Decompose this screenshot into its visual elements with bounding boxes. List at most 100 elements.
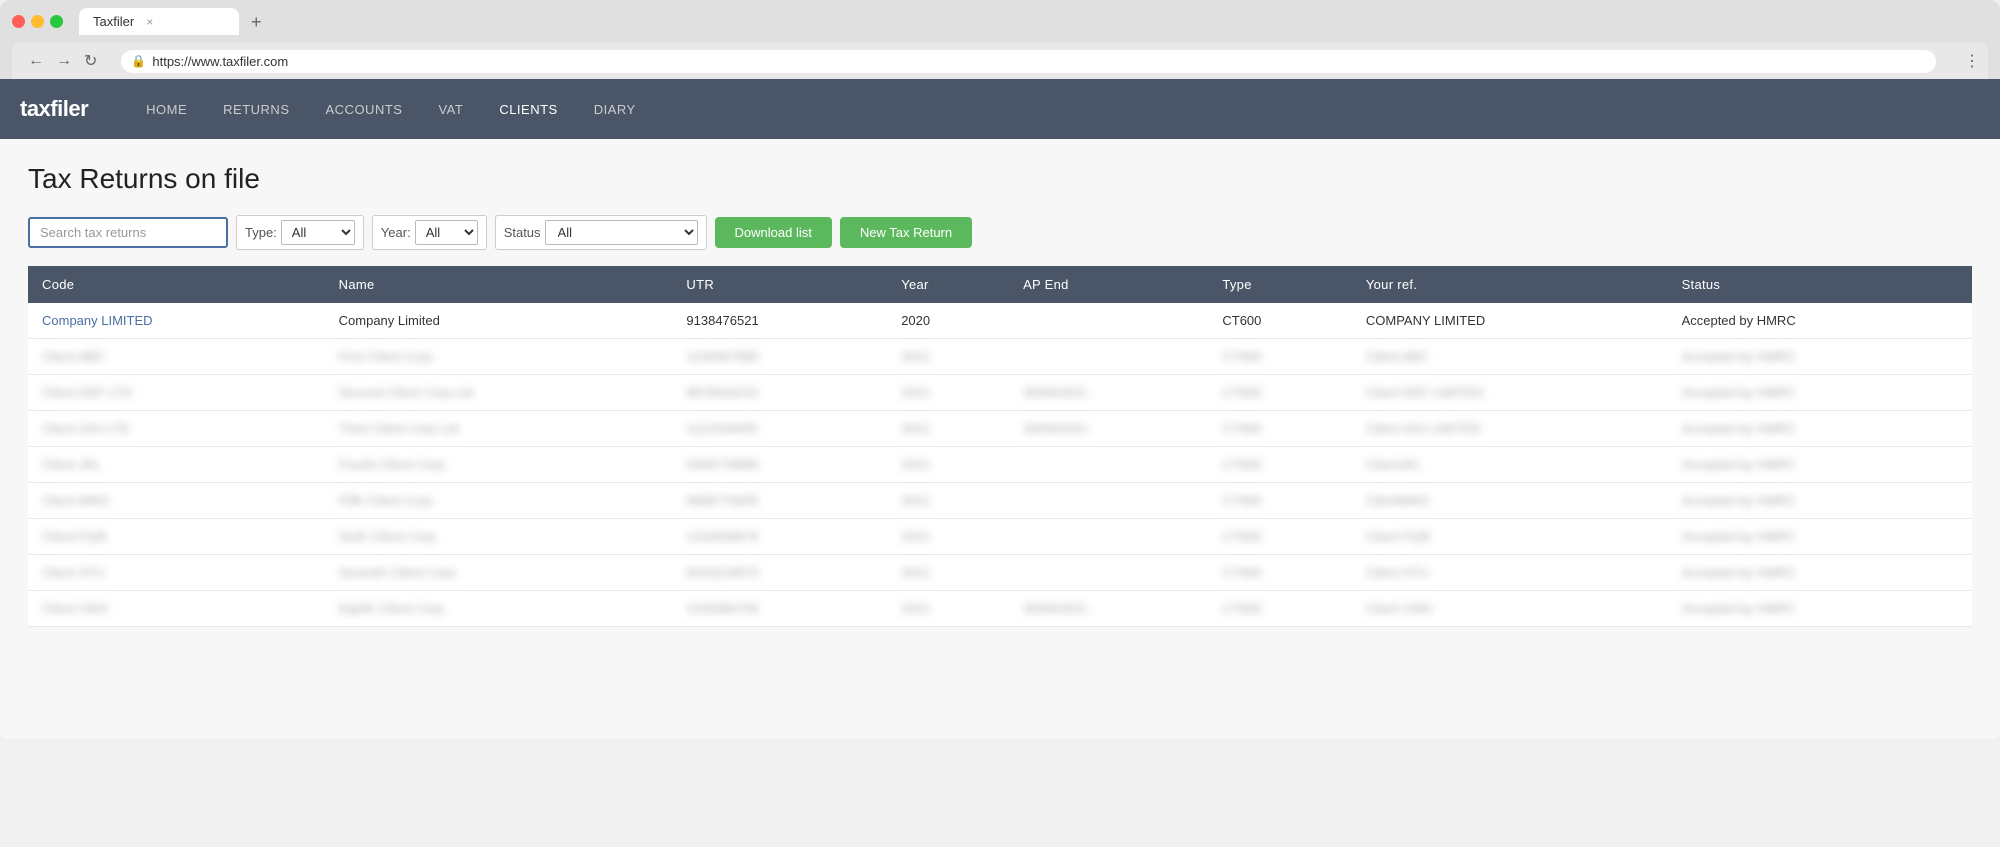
cell-code[interactable]: Client VWX [28,591,325,627]
cell-your-ref: Client ABC [1352,339,1668,375]
cell-name: Fourth Client Corp [325,447,673,483]
browser-minimize-dot[interactable] [31,15,44,28]
cell-name: Second Client Corp Ltd [325,375,673,411]
code-link[interactable]: Client MNO [42,493,109,508]
cell-your-ref: Client PQR [1352,519,1668,555]
cell-utr: 9988776655 [672,483,887,519]
search-input[interactable] [28,217,228,248]
browser-close-dot[interactable] [12,15,25,28]
table-row: Client ABC First Client Corp 1234567890 … [28,339,1972,375]
cell-type: CT600 [1208,447,1352,483]
table-row: Company LIMITED Company Limited 91384765… [28,303,1972,339]
cell-status: Accepted by HMRC [1668,447,1972,483]
cell-ap-end [1009,519,1208,555]
nav-item-vat[interactable]: VAT [420,79,481,139]
cell-ap-end: 30/09/2021 [1009,375,1208,411]
cell-code[interactable]: Client GHI LTD [28,411,325,447]
cell-type: CT600 [1208,555,1352,591]
app-logo[interactable]: taxfiler [20,96,88,122]
cell-type: CT600 [1208,375,1352,411]
cell-utr: 5566778899 [672,447,887,483]
table-row: Client STU Seventh Client Corp 654321987… [28,555,1972,591]
code-link[interactable]: Client VWX [42,601,108,616]
download-list-button[interactable]: Download list [715,217,832,248]
nav-bar: taxfiler HOME RETURNS ACCOUNTS VAT CLIEN… [0,79,2000,139]
code-link[interactable]: Client DEF LTD [42,385,132,400]
code-link[interactable]: Client JKL [42,457,101,472]
cell-code[interactable]: Client DEF LTD [28,375,325,411]
cell-name: Eighth Client Corp [325,591,673,627]
tab-close-button[interactable]: × [146,15,153,29]
code-link[interactable]: Client ABC [42,349,105,364]
cell-your-ref: Client DEF LIMITED [1352,375,1668,411]
nav-items: HOME RETURNS ACCOUNTS VAT CLIENTS DIARY [128,79,654,139]
cell-utr: 1029384756 [672,591,887,627]
nav-item-home[interactable]: HOME [128,79,205,139]
tab-title: Taxfiler [93,14,134,29]
cell-status: Accepted by HMRC [1668,411,1972,447]
cell-name: Fifth Client Corp [325,483,673,519]
cell-your-ref: COMPANY LIMITED [1352,303,1668,339]
cell-ap-end [1009,339,1208,375]
cell-status: Accepted by HMRC [1668,483,1972,519]
cell-year: 2021 [887,375,1009,411]
cell-code[interactable]: Company LIMITED [28,303,325,339]
cell-status: Accepted by HMRC [1668,375,1972,411]
code-link[interactable]: Company LIMITED [42,313,153,328]
cell-ap-end: 30/09/2021 [1009,591,1208,627]
cell-utr: 1122334455 [672,411,887,447]
table-row: Client MNO Fifth Client Corp 9988776655 … [28,483,1972,519]
code-link[interactable]: Client GHI LTD [42,421,129,436]
nav-item-returns[interactable]: RETURNS [205,79,307,139]
cell-code[interactable]: Client PQR [28,519,325,555]
cell-name: First Client Corp [325,339,673,375]
tax-returns-table: Code Name UTR Year AP End Type Your ref.… [28,266,1972,627]
browser-maximize-dot[interactable] [50,15,63,28]
status-select[interactable]: All Accepted by HMRC Filed Draft [545,220,698,245]
cell-type: CT600 [1208,411,1352,447]
cell-utr: 1234509876 [672,519,887,555]
cell-code[interactable]: Client MNO [28,483,325,519]
back-button[interactable]: ← [24,49,48,73]
cell-code[interactable]: Client JKL [28,447,325,483]
cell-code[interactable]: Client STU [28,555,325,591]
lock-icon: 🔒 [131,54,146,68]
table-row: Client DEF LTD Second Client Corp Ltd 98… [28,375,1972,411]
cell-your-ref: Client GHI LIMITED [1352,411,1668,447]
nav-item-clients[interactable]: CLIENTS [481,79,575,139]
cell-utr: 9876543210 [672,375,887,411]
browser-menu-icon[interactable]: ⋮ [1956,51,1988,71]
browser-tab[interactable]: Taxfiler × [79,8,239,35]
year-select[interactable]: All 2021 2020 2019 [415,220,478,245]
page-content: Tax Returns on file Type: All CT600 SA10… [0,139,2000,739]
cell-your-ref: ClientMNO [1352,483,1668,519]
cell-status: Accepted by HMRC [1668,303,1972,339]
cell-type: CT600 [1208,519,1352,555]
cell-status: Accepted by HMRC [1668,519,1972,555]
year-label: Year: [381,225,411,240]
cell-year: 2021 [887,591,1009,627]
col-year: Year [887,266,1009,303]
nav-item-accounts[interactable]: ACCOUNTS [308,79,421,139]
cell-ap-end [1009,447,1208,483]
address-bar-url[interactable]: https://www.taxfiler.com [152,54,1926,69]
cell-ap-end: 30/09/2021 [1009,411,1208,447]
table-row: Client GHI LTD Third Client Corp Ltd 112… [28,411,1972,447]
cell-status: Accepted by HMRC [1668,591,1972,627]
forward-button[interactable]: → [52,49,76,73]
refresh-button[interactable]: ↻ [80,49,101,73]
cell-ap-end [1009,555,1208,591]
new-tab-button[interactable]: + [251,13,262,31]
toolbar: Type: All CT600 SA100 SA800 Year: All 20… [28,215,1972,250]
cell-type: CT600 [1208,483,1352,519]
code-link[interactable]: Client PQR [42,529,107,544]
code-link[interactable]: Client STU [42,565,105,580]
cell-code[interactable]: Client ABC [28,339,325,375]
new-tax-return-button[interactable]: New Tax Return [840,217,972,248]
table-row: Client JKL Fourth Client Corp 5566778899… [28,447,1972,483]
type-select[interactable]: All CT600 SA100 SA800 [281,220,355,245]
col-your-ref: Your ref. [1352,266,1668,303]
cell-year: 2021 [887,411,1009,447]
page-title: Tax Returns on file [28,163,1972,195]
nav-item-diary[interactable]: DIARY [576,79,654,139]
